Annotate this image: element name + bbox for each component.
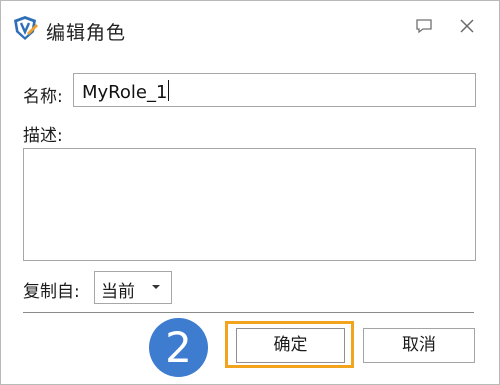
description-textarea[interactable] — [23, 148, 476, 261]
description-label: 描述: — [23, 126, 63, 146]
step-number-badge: 2 — [149, 318, 208, 377]
copy-from-select[interactable]: 当前 — [94, 271, 172, 304]
name-input[interactable]: MyRole_1 — [73, 73, 476, 107]
name-input-value: MyRole_1 — [82, 80, 170, 103]
ok-button[interactable]: 确定 — [236, 328, 345, 363]
close-icon[interactable] — [456, 15, 478, 37]
dropdown-arrow-icon — [152, 285, 160, 289]
dialog-title: 编辑角色 — [46, 22, 127, 44]
divider — [23, 312, 474, 313]
copy-from-value: 当前 — [101, 282, 135, 302]
edit-role-dialog: 编辑角色 名称: MyRole_1 描述: 复制自: 当前 2 确定 取消 — [0, 0, 500, 385]
text-caret — [168, 80, 170, 101]
help-comment-icon[interactable] — [413, 15, 435, 37]
copy-from-label: 复制自: — [23, 282, 80, 302]
name-label: 名称: — [23, 87, 63, 107]
title-bar: 编辑角色 — [1, 1, 499, 57]
edit-role-shield-icon — [14, 16, 38, 40]
cancel-button[interactable]: 取消 — [363, 328, 475, 363]
